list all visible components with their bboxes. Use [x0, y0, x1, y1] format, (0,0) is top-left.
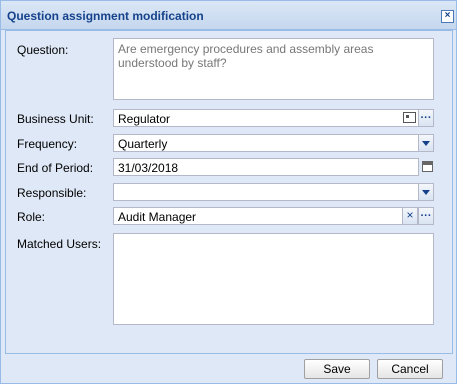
save-button[interactable]: Save	[304, 359, 370, 379]
end-of-period-label: End of Period:	[17, 161, 94, 175]
form-panel: Question: Are emergency procedures and a…	[5, 30, 453, 354]
ellipsis-icon: ···	[420, 112, 432, 124]
ellipsis-icon: ···	[420, 210, 432, 222]
question-label: Question:	[17, 43, 69, 57]
responsible-dropdown-button[interactable]	[418, 183, 434, 201]
cancel-button[interactable]: Cancel	[377, 359, 443, 379]
frequency-dropdown-button[interactable]	[418, 134, 434, 152]
question-textarea[interactable]: Are emergency procedures and assembly ar…	[113, 38, 434, 100]
chevron-down-icon	[422, 190, 430, 195]
responsible-label: Responsible:	[17, 186, 87, 200]
role-label: Role:	[17, 210, 46, 224]
frequency-label: Frequency:	[17, 137, 78, 151]
responsible-select[interactable]	[113, 183, 419, 201]
matched-users-label: Matched Users:	[17, 237, 102, 251]
id-card-icon[interactable]	[403, 112, 416, 123]
question-assignment-dialog: Question assignment modification × Quest…	[0, 0, 457, 384]
dialog-title: Question assignment modification	[7, 9, 204, 23]
role-browse-button[interactable]: ···	[418, 207, 434, 225]
dialog-titlebar[interactable]: Question assignment modification ×	[1, 1, 456, 30]
business-unit-field[interactable]: Regulator	[113, 109, 419, 127]
end-of-period-field[interactable]: 31/03/2018	[113, 158, 419, 176]
chevron-down-icon	[422, 141, 430, 146]
close-icon[interactable]: ×	[441, 10, 454, 23]
clear-x-icon: ×	[406, 208, 414, 222]
business-unit-browse-button[interactable]: ···	[418, 109, 434, 127]
role-clear-button[interactable]: ×	[402, 207, 418, 225]
calendar-icon[interactable]	[422, 161, 433, 172]
button-bar: Save Cancel	[1, 356, 456, 383]
matched-users-list[interactable]	[113, 233, 434, 325]
role-field[interactable]: Audit Manager	[113, 207, 403, 225]
business-unit-label: Business Unit:	[17, 112, 94, 126]
frequency-select[interactable]: Quarterly	[113, 134, 419, 152]
